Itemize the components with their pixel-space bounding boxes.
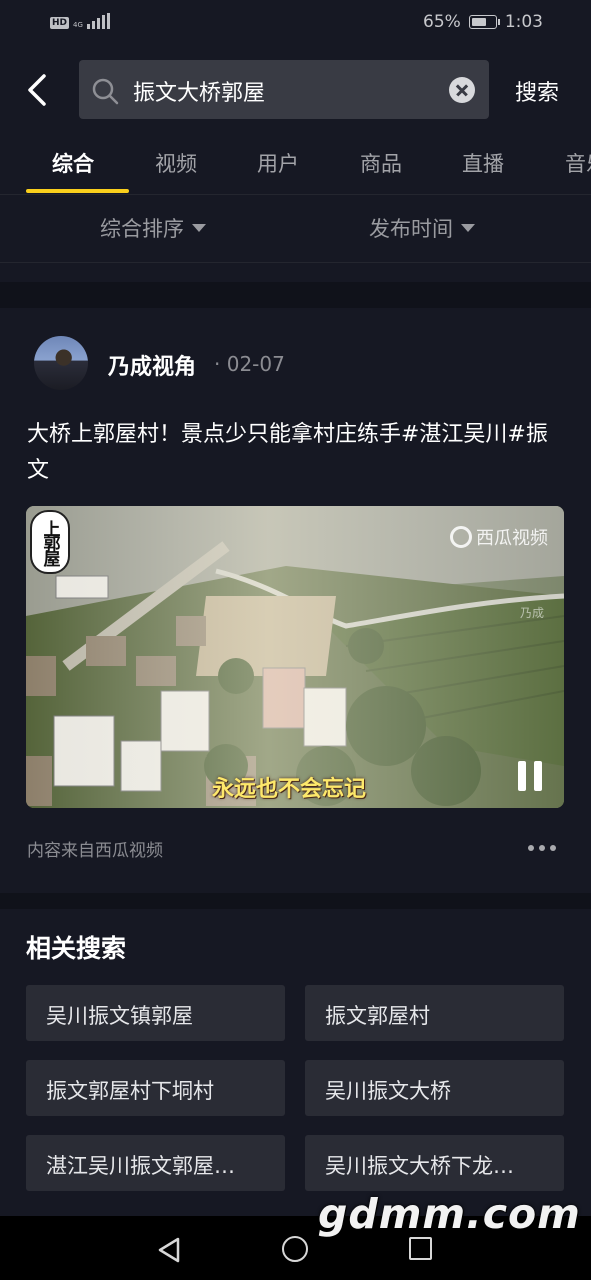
content-source: 内容来自西瓜视频 [27,841,163,861]
watermark-text: 西瓜视频 [476,528,548,549]
post-title[interactable]: 大桥上郭屋村！景点少只能拿村庄练手#湛江吴川#振文 [27,417,567,489]
xigua-logo-icon [450,526,472,548]
related-search-item[interactable]: 吴川振文大桥下龙… [305,1135,564,1191]
nav-back-icon[interactable] [156,1236,182,1264]
sort-time-dropdown[interactable]: 发布时间 [369,213,475,243]
related-search-item[interactable]: 吴川振文镇郭屋 [26,985,285,1041]
sort-overall-label: 综合排序 [100,217,184,241]
related-search-title: 相关搜索 [26,934,127,963]
status-right: 65% 1:03 [423,12,543,32]
caret-down-icon [192,224,206,232]
signal-area: HD 4G [50,13,110,29]
tab-all[interactable]: 综合 [52,148,94,178]
sort-overall-dropdown[interactable]: 综合排序 [100,213,206,243]
video-subtitle: 永远也不会忘记 [212,777,367,802]
video-player[interactable]: 上郭屋 西瓜视频 乃成 永远也不会忘记 [26,506,564,808]
site-watermark: gdmm.com [318,1190,581,1238]
tabs-divider [0,194,591,195]
search-header: 振文大桥郭屋 搜索 [0,60,591,120]
xigua-watermark: 西瓜视频 [450,524,548,550]
tab-live[interactable]: 直播 [462,148,504,178]
signal-icon [86,13,110,29]
search-input[interactable]: 振文大桥郭屋 [79,60,489,119]
section-gap [0,893,591,909]
clock: 1:03 [504,12,543,32]
network-type: 4G [73,21,83,29]
caret-down-icon [461,224,475,232]
tab-users[interactable]: 用户 [257,148,299,178]
tab-video[interactable]: 视频 [155,148,197,178]
search-button[interactable]: 搜索 [515,75,559,107]
active-tab-indicator [26,189,129,193]
battery-icon [468,15,500,29]
related-search-item[interactable]: 吴川振文大桥 [305,1060,564,1116]
author-name[interactable]: 乃成视角 [108,349,196,381]
aerial-village-image [26,506,564,808]
more-icon[interactable] [528,845,556,851]
related-search-item[interactable]: 振文郭屋村下垌村 [26,1060,285,1116]
tab-music[interactable]: 音乐 [565,148,591,178]
related-search-item[interactable]: 振文郭屋村 [305,985,564,1041]
search-icon [92,78,119,105]
battery-percent: 65% [423,12,461,32]
clear-icon[interactable] [449,77,475,103]
section-gap [0,282,591,308]
nav-home-icon[interactable] [282,1236,308,1262]
hd-indicator: HD [50,17,70,29]
chevron-left-icon[interactable] [22,72,56,108]
search-results-page: HD 4G 65% 1:03 振文大桥郭屋 搜索 综合 视频 用户 商品 直播 … [0,0,591,1280]
tab-products[interactable]: 商品 [360,148,402,178]
status-bar: HD 4G 65% 1:03 [0,0,591,46]
sort-time-label: 发布时间 [369,217,453,241]
corner-watermark: 乃成 [520,606,545,620]
related-search-item[interactable]: 湛江吴川振文郭屋… [26,1135,285,1191]
pause-icon[interactable] [518,761,544,791]
avatar[interactable] [34,336,88,390]
sort-divider [0,262,591,263]
result-tabs: 综合 视频 用户 商品 直播 音乐 [0,140,591,194]
post-date: · 02-07 [214,352,285,376]
search-query: 振文大桥郭屋 [133,81,266,106]
video-location-tag: 上郭屋 [30,510,70,574]
nav-recent-icon[interactable] [409,1237,432,1260]
